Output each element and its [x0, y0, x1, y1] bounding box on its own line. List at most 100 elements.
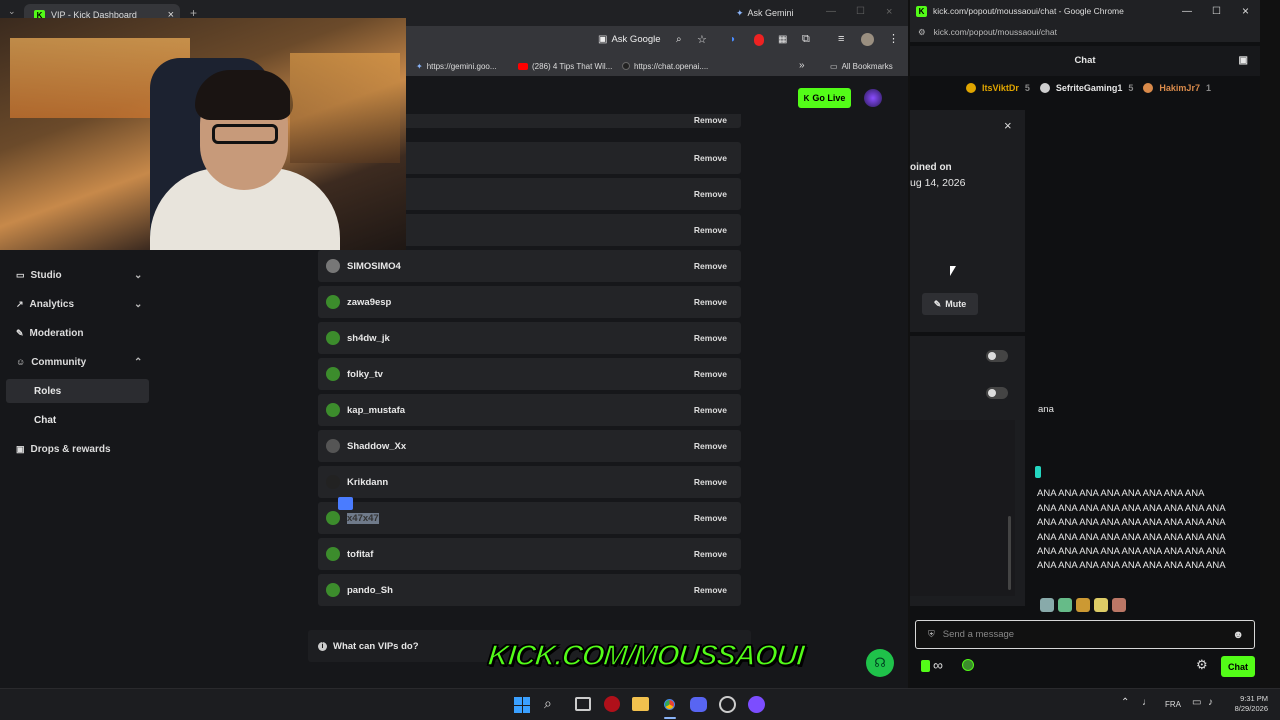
chat-message-line: ANA ANA ANA ANA ANA ANA ANA ANA ANA [1037, 532, 1226, 543]
list-item: kap_mustafa Remove [318, 394, 741, 426]
language-indicator[interactable]: FRA [1165, 700, 1181, 709]
ask-gemini-button[interactable]: ✦ Ask Gemini [736, 8, 794, 19]
minimize-icon[interactable]: — [1182, 6, 1192, 17]
gifter-badge-icon [1039, 83, 1050, 93]
remove-button[interactable]: Remove [694, 333, 727, 343]
emote-row [1040, 598, 1126, 612]
avatar [326, 367, 340, 381]
maximize-icon[interactable]: ☐ [856, 6, 865, 17]
scrollbar[interactable] [1008, 516, 1011, 590]
ask-gemini-label: Ask Gemini [747, 8, 794, 18]
remove-button[interactable]: Remove [694, 261, 727, 271]
profile-avatar[interactable] [861, 33, 874, 46]
openai-icon [622, 62, 630, 70]
app-icon-gray[interactable] [719, 696, 736, 713]
media-control-icon[interactable]: ≡ [838, 33, 844, 45]
site-settings-icon[interactable]: ⚙ [918, 27, 926, 38]
search-icon[interactable]: ⌕ [544, 695, 552, 712]
url-text: kick.com/popout/moussaoui/chat [933, 27, 1057, 37]
emoji-icon[interactable]: ☻ [1232, 629, 1244, 641]
remove-button[interactable]: Remove [694, 405, 727, 415]
extension-grid-icon[interactable]: ▦ [778, 34, 787, 45]
ask-google-chip[interactable]: ▣ Ask Google [598, 34, 661, 45]
popout-title-bar: K kick.com/popout/moussaoui/chat - Googl… [910, 0, 1260, 22]
gifter-name[interactable]: HakimJr7 [1159, 83, 1200, 93]
address-bar[interactable]: ⚙ kick.com/popout/moussaoui/chat [910, 22, 1260, 42]
bookmark-gemini[interactable]: ✦ https://gemini.goo... [416, 62, 497, 71]
remove-button[interactable]: Remove [694, 585, 727, 595]
kick-emote-icon[interactable] [962, 659, 974, 671]
youtube-icon [518, 63, 528, 70]
all-bookmarks[interactable]: ▭ All Bookmarks [830, 62, 893, 71]
list-item: x47x47 Remove [318, 502, 741, 534]
remove-button[interactable]: Remove [694, 549, 727, 559]
display-icon[interactable]: ▭ [1192, 697, 1201, 708]
task-view-icon[interactable] [575, 697, 591, 711]
chat-send-button[interactable]: Chat [1221, 656, 1255, 677]
bookmark-star-icon[interactable]: ☆ [697, 33, 707, 46]
gift-icon[interactable]: ▣ [1239, 46, 1248, 76]
joined-date: ug 14, 2026 [910, 177, 966, 189]
remove-button[interactable]: Remove [694, 225, 727, 235]
list-item: zawa9esp Remove [318, 286, 741, 318]
mute-label: Mute [945, 299, 967, 309]
list-item: Shaddow_Xx Remove [318, 430, 741, 462]
clock[interactable]: 9:31 PM 8/29/2026 [1226, 694, 1268, 714]
translate-popup-icon[interactable] [338, 497, 353, 510]
chat-input[interactable]: ⛨ Send a message ☻ [915, 620, 1255, 649]
app-icon-purple[interactable] [748, 696, 765, 713]
settings-gear-icon[interactable]: ⚙ [1196, 657, 1208, 673]
remove-button[interactable]: Remove [694, 369, 727, 379]
close-icon[interactable]: × [1004, 118, 1012, 133]
gifter-badge-icon [966, 83, 976, 93]
emote-icon [1040, 598, 1054, 612]
maximize-icon[interactable]: ☐ [1212, 6, 1221, 17]
remove-button[interactable]: Remove [694, 477, 727, 487]
zoom-icon[interactable]: ⌕ [676, 34, 682, 45]
joined-on-label: oined on [910, 162, 952, 173]
bookmark-youtube[interactable]: (286) 4 Tips That Wil... [518, 62, 612, 71]
app-icon-red[interactable] [604, 696, 620, 712]
chat-popout-window: K kick.com/popout/moussaoui/chat - Googl… [910, 0, 1260, 688]
remove-button[interactable]: Remove [694, 115, 727, 125]
avatar [326, 295, 340, 309]
go-live-button[interactable]: K Go Live [798, 88, 851, 108]
tray-overflow-icon[interactable]: ⌃ [1121, 697, 1129, 708]
extension-record-icon[interactable] [754, 34, 764, 46]
extensions-puzzle-icon[interactable]: ⧉ [802, 33, 810, 46]
gifter-name[interactable]: ItsViktDr [982, 83, 1019, 93]
folder-icon: ▭ [830, 62, 838, 71]
volume-icon[interactable]: ♪ [1208, 697, 1213, 708]
close-window-icon[interactable]: × [1242, 4, 1249, 18]
user-avatar[interactable] [864, 89, 882, 107]
remove-button[interactable]: Remove [694, 441, 727, 451]
help-chat-button[interactable]: ☊ [866, 649, 894, 677]
mute-icon: ✎ [933, 298, 942, 309]
bookmark-openai[interactable]: https://chat.openai.... [622, 62, 708, 71]
microphone-icon[interactable]: ♩ [1142, 697, 1152, 708]
mute-button[interactable]: ✎ Mute [922, 293, 978, 315]
discord-icon[interactable] [690, 697, 707, 712]
gifter-name[interactable]: SefriteGaming1 [1056, 83, 1123, 93]
scroll-area[interactable] [910, 420, 1015, 596]
clock-time: 9:31 PM [1240, 694, 1268, 703]
remove-button[interactable]: Remove [694, 297, 727, 307]
remove-button[interactable]: Remove [694, 513, 727, 523]
close-window-icon[interactable]: × [886, 6, 892, 18]
remove-button[interactable]: Remove [694, 189, 727, 199]
minimize-icon[interactable]: — [826, 6, 836, 17]
list-item: Krikdann Remove [318, 466, 741, 498]
bookmarks-overflow-icon[interactable]: » [799, 60, 805, 71]
extension-translate-icon[interactable]: ◗ [730, 34, 736, 45]
chat-message-line: ANA ANA ANA ANA ANA ANA ANA ANA [1037, 488, 1205, 499]
remove-button[interactable]: Remove [694, 153, 727, 163]
browser-menu-icon[interactable]: ⋮ [888, 32, 899, 45]
start-button[interactable] [514, 697, 530, 713]
chrome-icon[interactable] [661, 696, 678, 713]
file-explorer-icon[interactable] [632, 697, 649, 711]
toggle-switch[interactable] [986, 350, 1008, 362]
list-item: pando_Sh Remove [318, 574, 741, 606]
windows-taskbar: ⌕ ⌃ ♩ FRA ▭ ♪ 9:31 PM 8/29/2026 [0, 688, 1280, 720]
toggle-switch[interactable] [986, 387, 1008, 399]
tab-list-chevron-icon[interactable]: ⌄ [8, 6, 16, 17]
